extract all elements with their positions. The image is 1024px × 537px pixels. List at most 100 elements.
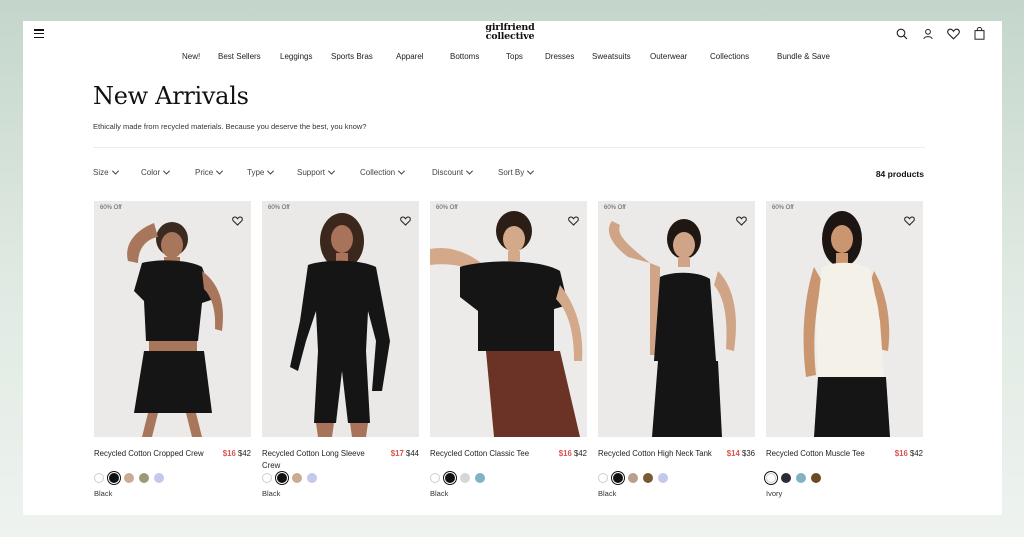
filter-collection[interactable]: Collection (360, 167, 406, 177)
filter-bar: Size Color Price Type Support Collection… (93, 167, 613, 180)
product-price: $16 $42 (223, 448, 251, 460)
chevron-down-icon (327, 167, 336, 175)
sort-by-dropdown[interactable]: Sort By (498, 167, 535, 177)
nav-item-outerwear[interactable]: Outerwear (650, 52, 687, 61)
color-swatch[interactable] (628, 473, 638, 483)
color-swatch[interactable] (277, 473, 287, 483)
wishlist-heart-icon[interactable] (232, 213, 243, 231)
product-info: Recycled Cotton Cropped Crew $16 $42 (94, 448, 251, 472)
color-swatches (94, 473, 251, 484)
search-icon[interactable] (895, 27, 908, 40)
chevron-down-icon (216, 167, 224, 175)
product-card[interactable]: 60% Off Recycled Cotton Classic Tee $16 … (430, 201, 587, 498)
filter-size[interactable]: Size (93, 167, 119, 177)
product-image[interactable]: 60% Off (430, 201, 587, 437)
model-photo (766, 201, 923, 437)
nav-item-sports-bras[interactable]: Sports Bras (331, 52, 373, 61)
nav-item-bundle-save[interactable]: Bundle & Save (777, 52, 830, 61)
filter-support[interactable]: Support (297, 167, 336, 177)
filter-label: Discount (432, 168, 464, 177)
product-card[interactable]: 60% Off Recycled Cotton High Neck Tank $… (598, 201, 755, 498)
color-swatch[interactable] (445, 473, 455, 483)
chevron-down-icon (466, 167, 474, 175)
brand-logo[interactable]: girlfriend collective (484, 23, 536, 41)
product-info: Recycled Cotton High Neck Tank $14 $36 (598, 448, 755, 472)
filter-label: Support (297, 168, 326, 177)
color-swatch[interactable] (643, 473, 653, 483)
product-image[interactable]: 60% Off (766, 201, 923, 437)
product-price: $14 $36 (727, 448, 755, 460)
filter-color[interactable]: Color (141, 167, 171, 177)
cart-icon[interactable] (973, 27, 986, 40)
nav-item-apparel[interactable]: Apparel (396, 52, 424, 61)
color-swatch[interactable] (781, 473, 791, 483)
account-icon[interactable] (921, 27, 934, 40)
product-price: $17 $44 (391, 448, 419, 460)
wishlist-icon[interactable] (947, 27, 960, 40)
color-swatch[interactable] (796, 473, 806, 483)
page-subtitle: Ethically made from recycled materials. … (93, 122, 367, 131)
discount-badge: 60% Off (100, 205, 122, 211)
selected-color-name: Black (94, 489, 113, 498)
selected-color-name: Black (598, 489, 617, 498)
color-swatch[interactable] (109, 473, 119, 483)
chevron-down-icon (111, 167, 119, 175)
color-swatch[interactable] (766, 473, 776, 483)
wishlist-heart-icon[interactable] (400, 213, 411, 231)
color-swatch[interactable] (94, 473, 104, 483)
color-swatch[interactable] (292, 473, 302, 483)
model-photo (430, 201, 587, 437)
chevron-down-icon (398, 167, 406, 175)
selected-color-name: Black (430, 489, 449, 498)
product-info: Recycled Cotton Classic Tee $16 $42 (430, 448, 587, 472)
color-swatch[interactable] (262, 473, 272, 483)
color-swatch[interactable] (307, 473, 317, 483)
filter-discount[interactable]: Discount (432, 167, 474, 177)
chevron-down-icon (527, 167, 535, 175)
color-swatch[interactable] (139, 473, 149, 483)
product-image[interactable]: 60% Off (262, 201, 419, 437)
nav-item-collections[interactable]: Collections (710, 52, 749, 61)
nav-item-dresses[interactable]: Dresses (545, 52, 574, 61)
wishlist-heart-icon[interactable] (904, 213, 915, 231)
chevron-down-icon (163, 167, 171, 175)
product-card[interactable]: 60% Off Recycled Cotton Cropped Crew $16… (94, 201, 251, 498)
chevron-down-icon (267, 167, 275, 175)
selected-color-name: Ivory (766, 489, 783, 498)
color-swatch[interactable] (460, 473, 470, 483)
nav-item-tops[interactable]: Tops (506, 52, 523, 61)
nav-item-sweatsuits[interactable]: Sweatsuits (592, 52, 631, 61)
color-swatch[interactable] (154, 473, 164, 483)
color-swatch[interactable] (811, 473, 821, 483)
color-swatch[interactable] (430, 473, 440, 483)
color-swatch[interactable] (598, 473, 608, 483)
product-card[interactable]: 60% Off Recycled Cotton Muscle Tee $16 $… (766, 201, 923, 498)
product-card[interactable]: 60% Off Recycled Cotton Long Sleeve Crew… (262, 201, 419, 498)
model-photo (598, 201, 755, 437)
discount-badge: 60% Off (436, 205, 458, 211)
nav-item-best-sellers[interactable]: Best Sellers (218, 52, 261, 61)
discount-badge: 60% Off (772, 205, 794, 211)
nav-item-leggings[interactable]: Leggings (280, 52, 312, 61)
page-title: New Arrivals (93, 82, 249, 110)
filter-price[interactable]: Price (195, 167, 224, 177)
product-price: $16 $42 (895, 448, 923, 460)
nav-item-bottoms[interactable]: Bottoms (450, 52, 479, 61)
color-swatch[interactable] (613, 473, 623, 483)
main-nav: New! Best Sellers Leggings Sports Bras A… (23, 52, 1002, 64)
wishlist-heart-icon[interactable] (568, 213, 579, 231)
regular-price: $42 (909, 449, 923, 458)
selected-color-name: Black (262, 489, 281, 498)
menu-icon[interactable] (34, 29, 44, 39)
nav-item-new[interactable]: New! (182, 52, 200, 61)
sale-price: $16 (894, 449, 908, 458)
product-image[interactable]: 60% Off (94, 201, 251, 437)
color-swatch[interactable] (124, 473, 134, 483)
wishlist-heart-icon[interactable] (736, 213, 747, 231)
regular-price: $44 (405, 449, 419, 458)
color-swatch[interactable] (475, 473, 485, 483)
color-swatch[interactable] (658, 473, 668, 483)
color-swatches (766, 473, 923, 484)
product-image[interactable]: 60% Off (598, 201, 755, 437)
filter-type[interactable]: Type (247, 167, 275, 177)
